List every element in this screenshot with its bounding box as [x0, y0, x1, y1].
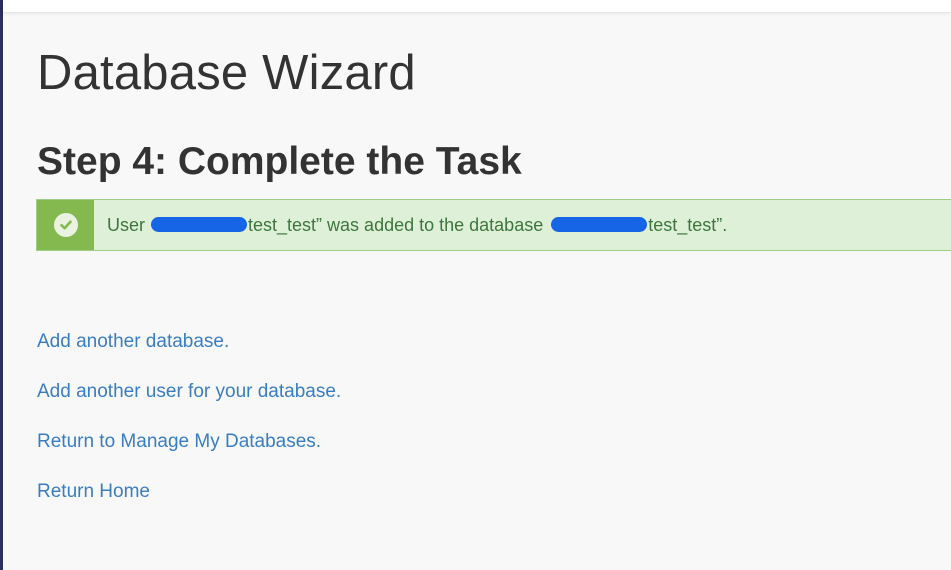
alert-message: User test_test” was added to the databas…: [94, 200, 727, 250]
next-actions-list: Add another database. Add another user f…: [37, 329, 341, 529]
alert-icon-box: [37, 200, 94, 250]
manage-databases-link[interactable]: Return to Manage My Databases.: [37, 429, 341, 454]
top-bar: [3, 0, 951, 13]
alert-text-prefix: User: [107, 214, 146, 235]
step-title: Step 4: Complete the Task: [37, 140, 522, 183]
page-title: Database Wizard: [37, 46, 416, 100]
add-another-user-link[interactable]: Add another user for your database.: [37, 379, 341, 404]
redacted-username: [151, 216, 248, 232]
redacted-database-name: [551, 216, 648, 232]
check-circle-icon: [53, 213, 78, 237]
window-left-border: [0, 0, 3, 570]
add-another-database-link[interactable]: Add another database.: [37, 329, 341, 354]
success-alert: User test_test” was added to the databas…: [36, 199, 951, 251]
alert-user-suffix: test_test” was added to the database: [248, 214, 544, 235]
alert-database-suffix: test_test”.: [648, 214, 728, 235]
return-home-link[interactable]: Return Home: [37, 479, 341, 504]
